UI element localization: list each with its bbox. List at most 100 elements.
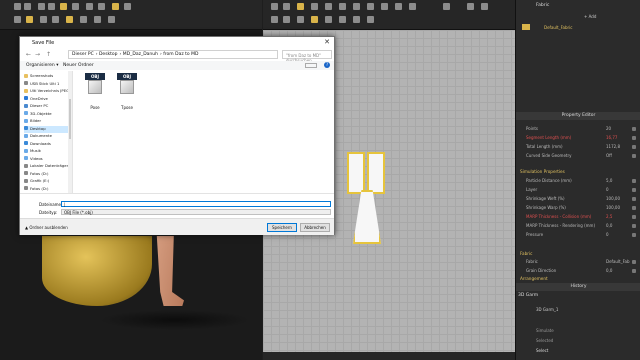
filename-input[interactable]: | — [61, 201, 331, 207]
toolbar-icon[interactable] — [339, 3, 346, 10]
toolbar-icon[interactable] — [72, 3, 79, 10]
toolbar-icon[interactable] — [325, 16, 332, 23]
toolbar-icon[interactable] — [283, 3, 290, 10]
toolbar-icon[interactable] — [283, 16, 290, 23]
edit-icon[interactable] — [632, 188, 636, 192]
arrangement-section[interactable]: Arrangement — [520, 276, 548, 281]
property-row[interactable]: Total Length (mm) 1172,8 — [526, 144, 638, 151]
toolbar-icon[interactable] — [14, 3, 21, 10]
breadcrumb[interactable]: MD_Daz_Danuh — [123, 52, 158, 57]
toolbar-icon[interactable] — [48, 3, 55, 10]
nav-item[interactable]: Bilder — [24, 118, 41, 125]
pattern-piece[interactable] — [347, 152, 365, 194]
up-arrow-icon[interactable]: ↑ — [46, 51, 51, 58]
organize-menu[interactable]: Organisieren ▾ — [26, 63, 58, 68]
toolbar-icon[interactable] — [443, 3, 450, 10]
edit-icon[interactable] — [632, 206, 636, 210]
property-row[interactable]: Points 20 — [526, 126, 638, 133]
toolbar-icon[interactable] — [481, 3, 488, 10]
edit-icon[interactable] — [632, 154, 636, 158]
property-value[interactable]: 16,77 — [606, 135, 617, 140]
toolbar-icon[interactable] — [297, 16, 304, 23]
nav-item[interactable]: Musik — [24, 148, 41, 155]
nav-item[interactable]: Screenshots — [24, 73, 53, 80]
property-value[interactable]: 100,00 — [606, 205, 620, 210]
property-value[interactable]: 2,5 — [606, 214, 612, 219]
toolbar-icon[interactable] — [98, 3, 105, 10]
help-icon[interactable]: ? — [324, 62, 330, 68]
edit-icon[interactable] — [632, 233, 636, 237]
fabric-tab[interactable]: Fabric — [516, 2, 640, 10]
property-row[interactable]: MARP Thickness - Rendering (mm) 0,0 — [526, 223, 638, 230]
nav-item[interactable]: 3D-Objekte — [24, 111, 52, 118]
edit-icon[interactable] — [632, 179, 636, 183]
toolbar-icon[interactable] — [38, 3, 45, 10]
hide-folders-toggle[interactable]: ▲ Ordner ausblenden — [25, 225, 68, 230]
simulation-section[interactable]: Simulation Properties — [520, 169, 565, 174]
property-value[interactable]: 1172,8 — [606, 144, 620, 149]
property-value[interactable]: Default_Fab — [606, 259, 630, 264]
fabric-item[interactable]: Default_Fabric — [544, 25, 573, 30]
property-row[interactable]: Shrinkage Warp (%) 100,00 — [526, 205, 638, 212]
property-value[interactable]: 0 — [606, 232, 609, 237]
edit-icon[interactable] — [632, 224, 636, 228]
back-arrow-icon[interactable]: ← — [26, 51, 31, 58]
property-value[interactable]: 20 — [606, 126, 611, 131]
filetype-select[interactable]: OBJ File (*.obj) — [61, 209, 331, 215]
nav-item[interactable]: Downloads — [24, 141, 51, 148]
breadcrumb[interactable]: Dieser PC — [72, 52, 94, 57]
toolbar-icon[interactable] — [271, 16, 278, 23]
toolbar-icon[interactable] — [311, 16, 318, 23]
toolbar-icon[interactable] — [40, 16, 47, 23]
toolbar-icon[interactable] — [24, 3, 31, 10]
edit-icon[interactable] — [632, 136, 636, 140]
property-value[interactable]: 100,00 — [606, 196, 620, 201]
fabric-section[interactable]: Fabric — [520, 251, 532, 256]
property-value[interactable]: 0,0 — [606, 268, 612, 273]
nav-item[interactable]: Fotos (D:) — [24, 171, 49, 178]
edit-icon[interactable] — [632, 197, 636, 201]
nav-item[interactable]: Dokumente — [24, 133, 52, 140]
toolbar-icon[interactable] — [339, 16, 346, 23]
edit-icon[interactable] — [632, 127, 636, 131]
property-row[interactable]: Layer 0 — [526, 187, 638, 194]
nav-item[interactable]: Fotos (D:) — [24, 186, 49, 193]
toolbar-icon[interactable] — [353, 3, 360, 10]
property-row[interactable]: Segment Length (mm) 16,77 — [526, 135, 638, 142]
toolbar-icon[interactable] — [367, 16, 374, 23]
breadcrumb[interactable]: from Daz to MD — [163, 52, 198, 57]
edit-icon[interactable] — [632, 215, 636, 219]
toolbar-icon[interactable] — [409, 3, 416, 10]
nav-item[interactable]: Dieser PC — [24, 103, 48, 110]
nav-item[interactable]: Desktop — [24, 125, 72, 133]
toolbar-icon[interactable] — [271, 3, 278, 10]
save-button[interactable]: Speichern — [267, 223, 297, 232]
nav-item[interactable]: OneDrive — [24, 96, 48, 103]
bottom-item[interactable]: Selected — [536, 338, 553, 343]
nav-item[interactable]: Grafik (E:) — [24, 178, 49, 185]
toolbar-icon[interactable] — [14, 16, 21, 23]
property-row[interactable]: Fabric Default_Fab — [526, 259, 638, 266]
toolbar-icon[interactable] — [108, 16, 115, 23]
toolbar-icon[interactable] — [112, 3, 119, 10]
toolbar-icon[interactable] — [325, 3, 332, 10]
property-row[interactable]: MARP Thickness - Collision (mm) 2,5 — [526, 214, 638, 221]
toolbar-icon[interactable] — [86, 3, 93, 10]
toolbar-icon[interactable] — [60, 3, 67, 10]
property-row[interactable]: Particle Distance (mm) 5,0 — [526, 178, 638, 185]
toolbar-icon[interactable] — [367, 3, 374, 10]
toolbar-icon[interactable] — [467, 3, 474, 10]
toolbar-icon[interactable] — [395, 3, 402, 10]
property-value[interactable]: 0 — [606, 187, 609, 192]
nav-item[interactable]: Lokaler Datenträger — [24, 163, 68, 170]
pattern-piece[interactable] — [367, 152, 385, 194]
breadcrumb[interactable]: Desktop — [99, 52, 118, 57]
nav-item[interactable]: Videos — [24, 156, 43, 163]
search-input[interactable]: "from Daz to MD" durchsuchen — [282, 50, 332, 63]
add-fabric-button[interactable]: + Add — [584, 14, 596, 19]
toolbar-icon[interactable] — [26, 16, 33, 23]
view-options-icon[interactable] — [305, 63, 317, 68]
toolbar-icon[interactable] — [311, 3, 318, 10]
toolbar-icon[interactable] — [297, 3, 304, 10]
property-row[interactable]: Curved Side Geometry Off — [526, 153, 638, 160]
